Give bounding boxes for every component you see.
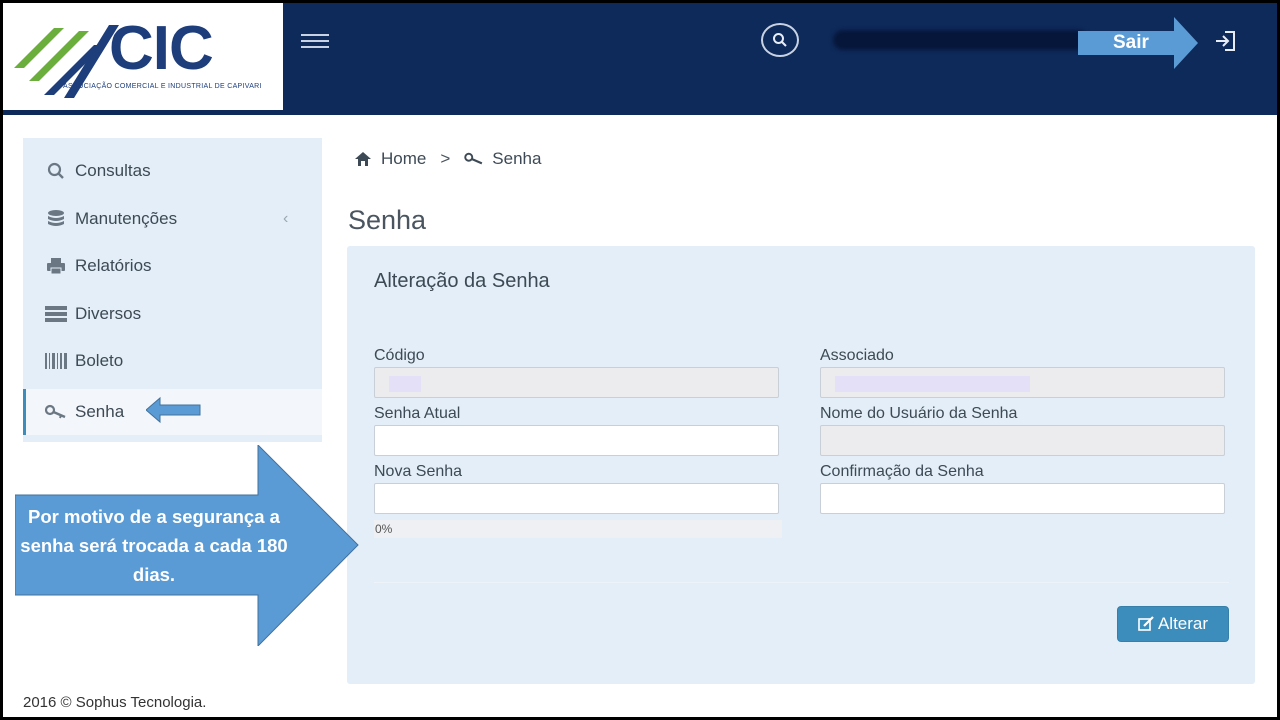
- confirmacao-senha-input[interactable]: [820, 483, 1225, 514]
- search-icon: [773, 33, 787, 47]
- alterar-button-label: Alterar: [1157, 614, 1209, 633]
- breadcrumb-separator: >: [440, 149, 451, 168]
- codigo-field: [374, 367, 779, 398]
- sidebar-item-boleto[interactable]: Boleto: [23, 338, 322, 384]
- nome-usuario-field: [820, 425, 1225, 456]
- annotation-arrow-left: [146, 396, 201, 424]
- password-strength-bar: 0%: [374, 520, 782, 538]
- key-icon: [45, 402, 67, 422]
- footer: 2016 © Sophus Tecnologia.: [23, 694, 207, 711]
- database-icon: [45, 209, 67, 229]
- top-header: CIC ASSOCIAÇÃO COMERCIAL E INDUSTRIAL DE…: [3, 3, 1277, 115]
- divider: [374, 582, 1229, 583]
- redacted-username: [833, 30, 1088, 50]
- associado-label: Associado: [820, 347, 894, 364]
- logout-icon[interactable]: [1213, 29, 1237, 53]
- logo[interactable]: CIC ASSOCIAÇÃO COMERCIAL E INDUSTRIAL DE…: [3, 3, 283, 112]
- associado-field: [820, 367, 1225, 398]
- nova-senha-label: Nova Senha: [374, 463, 463, 480]
- search-icon: [45, 161, 67, 181]
- printer-icon: [45, 256, 67, 276]
- sidebar-item-consultas[interactable]: Consultas: [23, 148, 322, 194]
- key-icon: [464, 152, 483, 165]
- sidebar-item-manutencoes[interactable]: Manutenções ‹: [23, 196, 322, 242]
- breadcrumb-current: Senha: [492, 149, 542, 168]
- sidebar-item-label: Senha: [75, 402, 125, 421]
- nome-usuario-label: Nome do Usuário da Senha: [820, 405, 1018, 422]
- sidebar-item-label: Manutenções: [75, 209, 178, 228]
- password-change-panel: Alteração da Senha Código Associado Senh…: [347, 246, 1255, 684]
- sidebar-item-relatorios[interactable]: Relatórios: [23, 243, 322, 289]
- senha-atual-input[interactable]: [374, 425, 779, 456]
- sidebar-item-diversos[interactable]: Diversos: [23, 291, 322, 337]
- codigo-label: Código: [374, 347, 425, 364]
- logo-text: CIC: [109, 14, 214, 83]
- redacted-codigo: [389, 376, 421, 392]
- sidebar-item-label: Consultas: [75, 161, 151, 180]
- screenshot-frame: CIC ASSOCIAÇÃO COMERCIAL E INDUSTRIAL DE…: [3, 3, 1277, 717]
- chevron-left-icon: ‹: [283, 210, 289, 227]
- breadcrumb-home[interactable]: Home: [381, 149, 426, 169]
- sidebar-item-label: Boleto: [75, 351, 124, 370]
- page-title: Senha: [348, 205, 427, 235]
- breadcrumb: Home > Senha: [355, 149, 541, 169]
- confirmacao-label: Confirmação da Senha: [820, 463, 984, 480]
- edit-icon: [1138, 616, 1154, 632]
- sidebar-item-label: Diversos: [75, 304, 142, 323]
- home-icon: [355, 152, 371, 166]
- sidebar-item-label: Relatórios: [75, 256, 152, 275]
- panel-title: Alteração da Senha: [374, 270, 550, 292]
- logo-subtitle: ASSOCIAÇÃO COMERCIAL E INDUSTRIAL DE CAP…: [63, 83, 262, 90]
- server-icon: [45, 304, 67, 324]
- search-button[interactable]: [761, 23, 799, 57]
- menu-toggle-icon[interactable]: [301, 30, 329, 52]
- annotation-callout-text: Por motivo de a segurança a senha será t…: [20, 506, 288, 585]
- redacted-associado: [835, 376, 1030, 392]
- sair-annotation-label: Sair: [1113, 32, 1149, 53]
- senha-atual-label: Senha Atual: [374, 405, 461, 422]
- barcode-icon: [45, 351, 67, 371]
- nova-senha-input[interactable]: [374, 483, 779, 514]
- alterar-button[interactable]: Alterar: [1117, 606, 1229, 642]
